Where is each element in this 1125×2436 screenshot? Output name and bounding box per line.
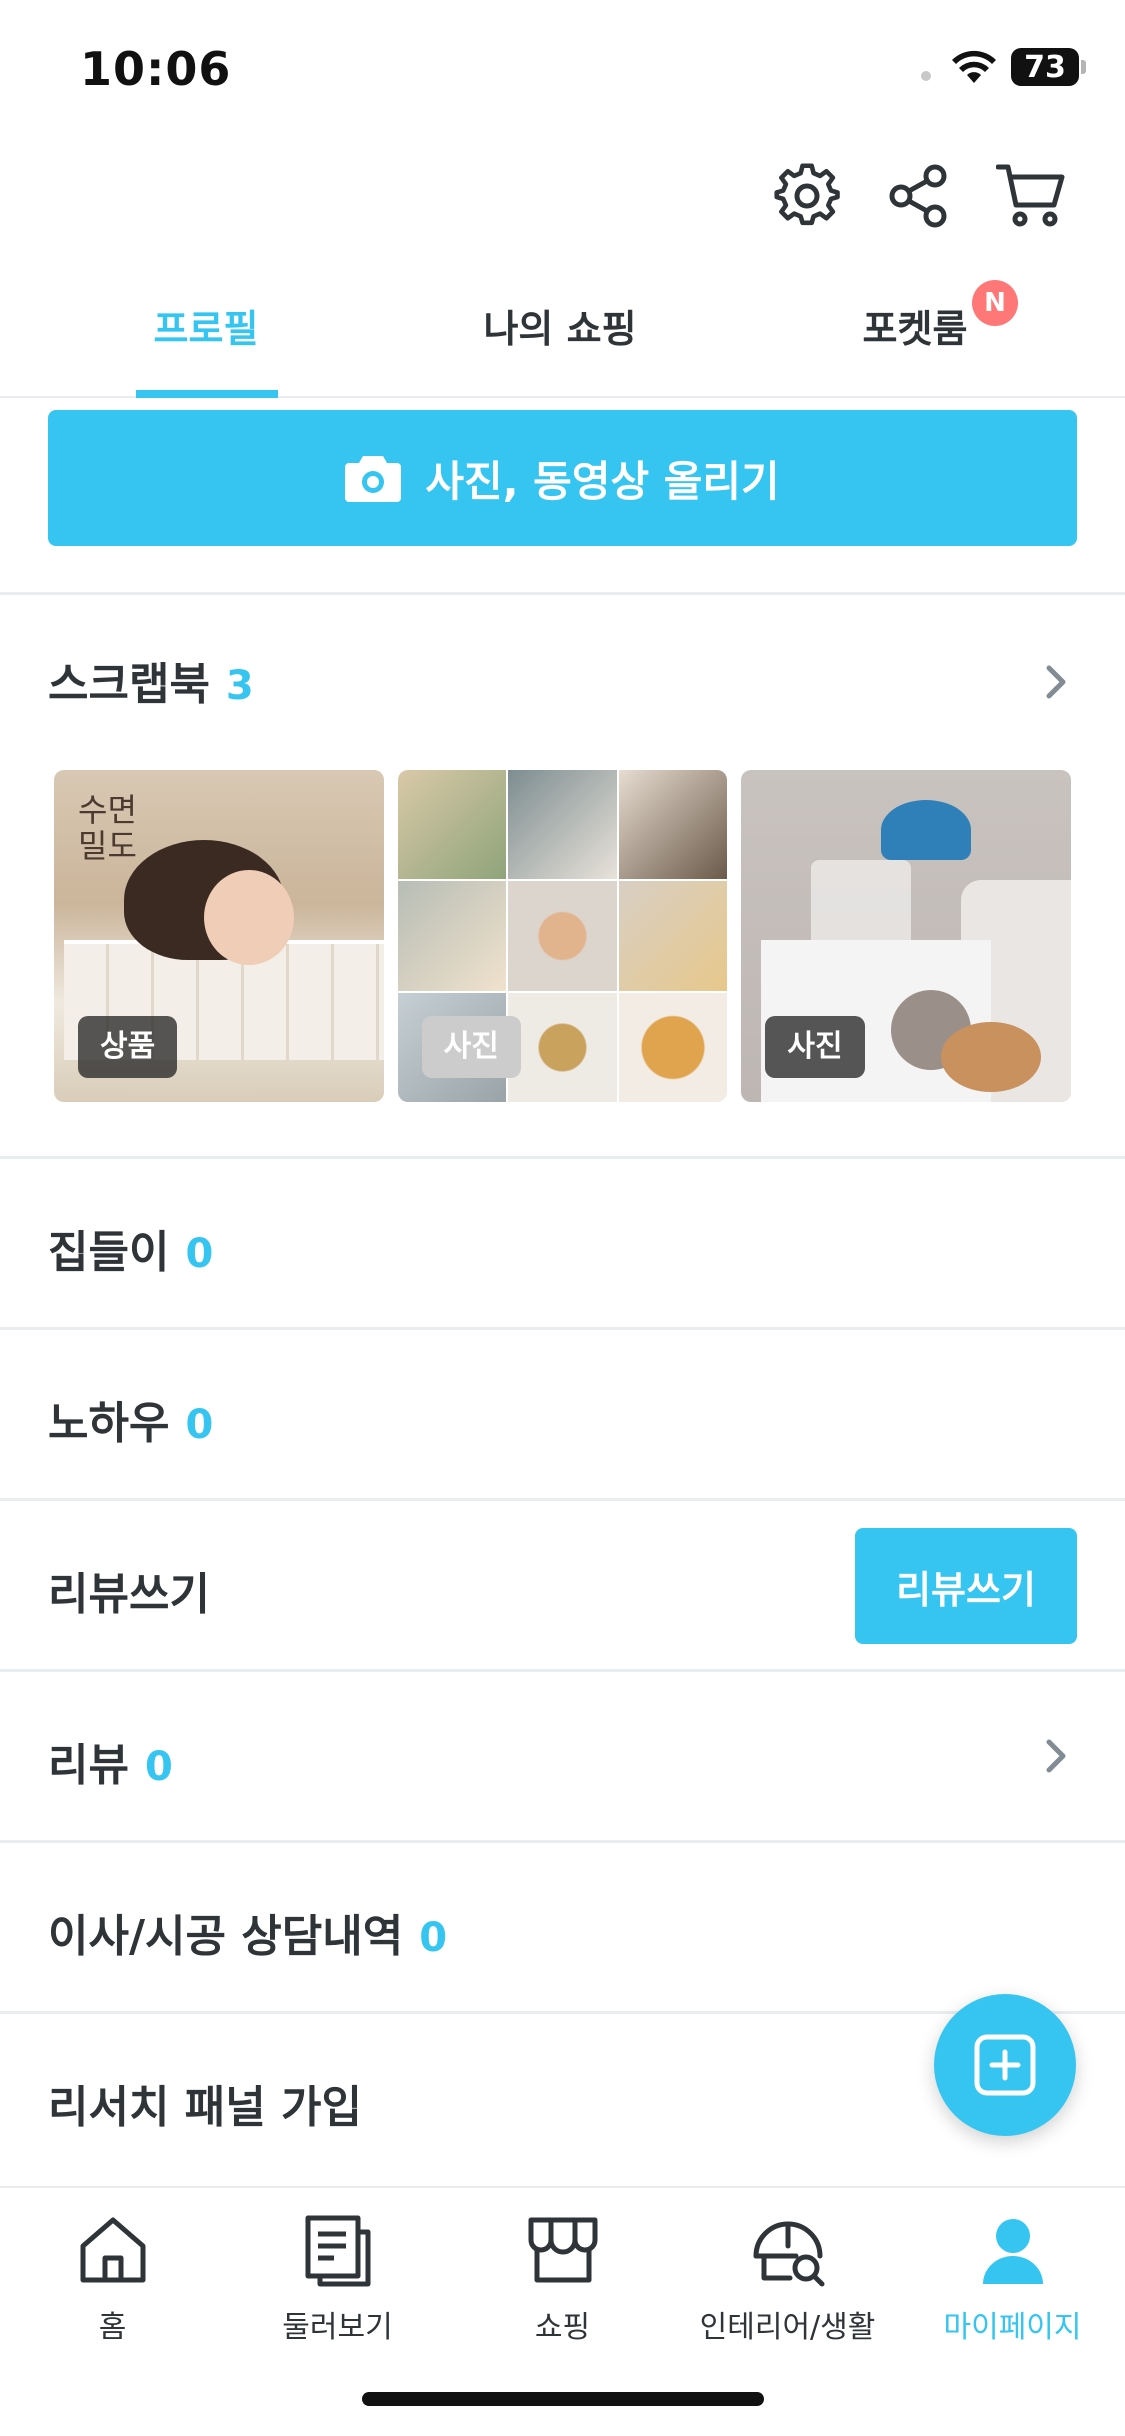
collage-cell (618, 992, 728, 1102)
scrapbook-title[interactable]: 스크랩북 3 (48, 648, 254, 712)
plus-square-icon (974, 2034, 1036, 2096)
person-face-image (204, 870, 294, 965)
wifi-icon (952, 50, 996, 83)
status-time: 10:06 (80, 42, 232, 96)
divider (0, 1840, 1125, 1843)
chevron-right-icon[interactable] (1035, 1736, 1075, 1776)
collage-cell (397, 770, 507, 880)
moving-consultation-row[interactable]: 이사/시공 상담내역 0 (48, 1900, 447, 1964)
interior-icon (753, 2221, 824, 2287)
status-indicators: 73 (921, 48, 1086, 86)
nav-browse-label: 둘러보기 (282, 2310, 393, 2345)
person-icon (982, 2219, 1043, 2284)
nav-interior-label: 인테리어/생활 (699, 2310, 876, 2345)
write-review-button[interactable]: 리뷰쓰기 (855, 1528, 1077, 1644)
profile-tabs: 프로필 나의 쇼핑 포켓룸 (0, 272, 1125, 398)
nav-browse[interactable]: 둘러보기 (225, 2212, 450, 2346)
scrapbook-item-product[interactable]: 수면 밀도 상품 (54, 770, 384, 1102)
tab-my-shopping[interactable]: 나의 쇼핑 (460, 298, 660, 353)
home-indicator (362, 2392, 764, 2406)
divider (0, 1156, 1125, 1159)
upload-button-label: 사진, 동영상 올리기 (425, 456, 780, 506)
moving-consultation-count: 0 (419, 1915, 448, 1961)
share-icon[interactable] (883, 160, 955, 232)
header-actions (771, 160, 1067, 232)
battery-icon: 73 (1011, 48, 1086, 86)
nav-shopping-label: 쇼핑 (534, 2310, 591, 2345)
nav-shopping[interactable]: 쇼핑 (450, 2212, 675, 2346)
knowhow-row[interactable]: 노하우 0 (48, 1387, 213, 1451)
add-content-fab[interactable] (934, 1994, 1076, 2136)
item-type-label: 사진 (765, 1016, 865, 1078)
privacy-dot-icon (921, 71, 931, 81)
divider (0, 1669, 1125, 1672)
collage-cell (618, 881, 728, 991)
housewarming-count: 0 (185, 1231, 214, 1277)
nav-home[interactable]: 홈 (0, 2212, 225, 2346)
review-row[interactable]: 리뷰 0 (48, 1729, 173, 1793)
nav-home-label: 홈 (98, 2310, 127, 2345)
new-badge: N (972, 280, 1018, 326)
collage-cell (618, 770, 728, 880)
divider (0, 592, 1125, 595)
scrapbook-item-photo-room[interactable]: 사진 (741, 770, 1072, 1102)
review-label: 리뷰 (48, 1740, 129, 1791)
nav-mypage-label: 마이페이지 (943, 2310, 1082, 2345)
moving-consultation-label: 이사/시공 상담내역 (48, 1911, 404, 1962)
collage-cell (397, 881, 507, 991)
collage-cell (508, 992, 617, 1102)
knowhow-count: 0 (185, 1402, 214, 1448)
store-icon (528, 2217, 597, 2283)
scrapbook-gallery: 수면 밀도 상품 사진 사진 (54, 770, 1072, 1102)
brand-text: 수면 밀도 (78, 791, 137, 865)
item-type-label: 상품 (78, 1016, 178, 1078)
scrapbook-label: 스크랩북 (48, 659, 210, 710)
cart-icon[interactable] (995, 160, 1067, 232)
battery-level: 73 (1024, 49, 1066, 85)
lamp-image (881, 800, 972, 860)
browse-icon (305, 2215, 370, 2287)
chevron-right-icon[interactable] (1035, 662, 1075, 702)
research-panel-row[interactable]: 리서치 패널 가입 (48, 2071, 362, 2135)
item-type-label: 사진 (421, 1016, 521, 1078)
housewarming-row[interactable]: 집들이 0 (48, 1216, 213, 1280)
collage-cell (508, 770, 617, 880)
review-count: 0 (144, 1744, 173, 1790)
scrapbook-item-photo-collage[interactable]: 사진 (397, 770, 728, 1102)
write-review-label: 리뷰쓰기 (48, 1569, 210, 1620)
status-bar: 10:06 73 (0, 0, 1125, 140)
dog-image (941, 1022, 1042, 1092)
nav-interior[interactable]: 인테리어/생활 (675, 2212, 900, 2346)
gear-icon[interactable] (771, 160, 843, 232)
collage-cell (508, 881, 617, 991)
active-tab-indicator (136, 390, 278, 398)
divider (0, 1498, 1125, 1501)
tab-profile[interactable]: 프로필 (106, 298, 306, 353)
knowhow-label: 노하우 (48, 1398, 170, 1449)
nav-mypage[interactable]: 마이페이지 (900, 2212, 1125, 2346)
scrapbook-count: 3 (225, 663, 254, 709)
divider (0, 1327, 1125, 1330)
camera-icon (345, 456, 402, 502)
upload-photo-video-button[interactable]: 사진, 동영상 올리기 (48, 410, 1077, 546)
housewarming-label: 집들이 (48, 1227, 170, 1278)
home-icon (80, 2217, 145, 2283)
